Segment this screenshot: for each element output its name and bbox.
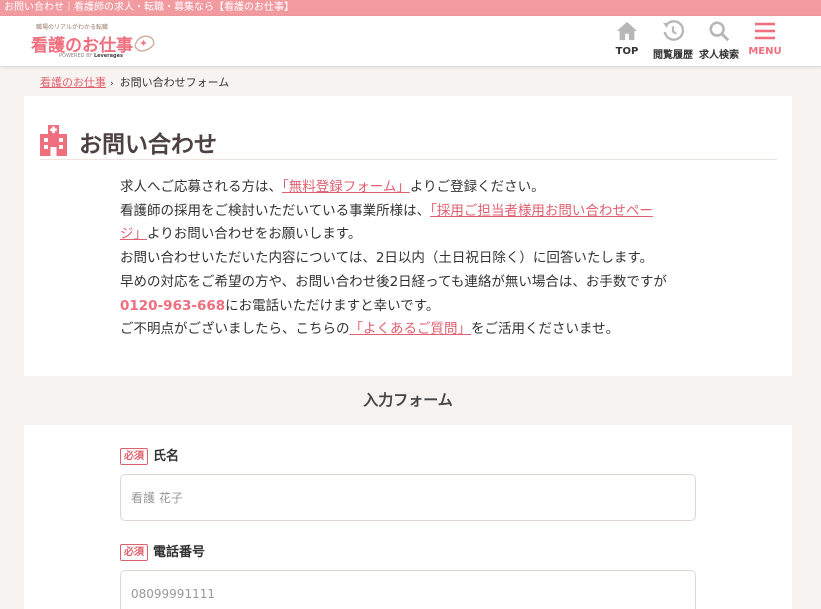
name-label: 必須 氏名 (120, 445, 179, 465)
intro-line: 求人へご応募される方は、「無料登録フォーム」よりご登録ください。 (120, 179, 545, 195)
history-icon (662, 20, 684, 41)
nav-history-label: 閲覧履歴 (653, 50, 693, 61)
name-input[interactable] (120, 474, 696, 521)
site-logo[interactable]: 職場のリアルがわかる転職 看護のお仕事 POWERED BY Leverages (31, 21, 156, 63)
logo-powered-by: POWERED BY Leverages (59, 53, 123, 59)
required-badge: 必須 (120, 448, 148, 465)
intro-line: ジ」よりお問い合わせをお願いします。 (120, 226, 362, 243)
form-heading: 入力フォーム (24, 376, 792, 425)
phone-label: 必須 電話番号 (120, 541, 205, 561)
intro-text: 求人へご応募される方は、「無料登録フォーム」よりご登録ください。 看護師の採用を… (120, 176, 720, 342)
page-title: お問い合わせ (79, 132, 217, 158)
recruiter-contact-link[interactable]: 「採用ご担当者様用お問い合わせペー (430, 203, 653, 219)
nav-search-label: 求人検索 (699, 50, 739, 61)
logo-tagline: 職場のリアルがわかる転職 (36, 24, 108, 31)
nav-history-button[interactable]: 閲覧履歴 (650, 20, 696, 62)
phone-number[interactable]: 0120-963-668 (120, 298, 225, 314)
intro-line: 0120-963-668にお電話いただけますと幸いです。 (120, 297, 440, 314)
hamburger-icon (754, 22, 776, 40)
nav-menu-label: MENU (748, 46, 782, 57)
intro-line: ご不明点がございましたら、こちらの「よくあるご質問」をご活用くださいませ。 (120, 321, 620, 338)
page-title-bar: お問い合わせ｜看護師の求人・転職・募集なら【看護のお仕事】 (0, 0, 821, 16)
intro-line: お問い合わせいただいた内容については、2日以内（土日祝日除く）に回答いたします。 (120, 250, 654, 267)
page-heading: お問い合わせ (40, 124, 777, 160)
required-badge: 必須 (120, 544, 148, 561)
breadcrumb: 看護のお仕事 › お問い合わせフォーム (40, 74, 229, 90)
home-icon (616, 21, 638, 41)
free-registration-link[interactable]: 「無料登録フォーム」 (282, 179, 410, 195)
nav-menu-button[interactable]: MENU (745, 20, 785, 62)
nav-top-button[interactable]: TOP (612, 20, 642, 62)
breadcrumb-current: お問い合わせフォーム (119, 76, 230, 89)
breadcrumb-separator: › (110, 79, 114, 89)
faq-link[interactable]: 「よくあるご質問」 (350, 321, 472, 337)
phone-input[interactable] (120, 570, 696, 609)
content-card: お問い合わせ 求人へご応募される方は、「無料登録フォーム」よりご登録ください。 … (24, 96, 792, 609)
hospital-icon (40, 125, 67, 156)
site-header: 職場のリアルがわかる転職 看護のお仕事 POWERED BY Leverages… (0, 16, 821, 67)
nav-search-button[interactable]: 求人検索 (697, 20, 741, 62)
recruiter-contact-link-cont[interactable]: ジ」 (120, 226, 147, 242)
intro-line: 看護師の採用をご検討いただいている事業所様は、「採用ご担当者様用お問い合わせペー (120, 202, 653, 219)
intro-line: 早めの対応をご希望の方や、お問い合わせ後2日経っても連絡が無い場合は、お手数です… (120, 273, 667, 290)
breadcrumb-home-link[interactable]: 看護のお仕事 (40, 76, 106, 89)
search-icon (709, 21, 730, 42)
nav-top-label: TOP (615, 46, 639, 57)
nurse-cap-icon (134, 35, 155, 52)
